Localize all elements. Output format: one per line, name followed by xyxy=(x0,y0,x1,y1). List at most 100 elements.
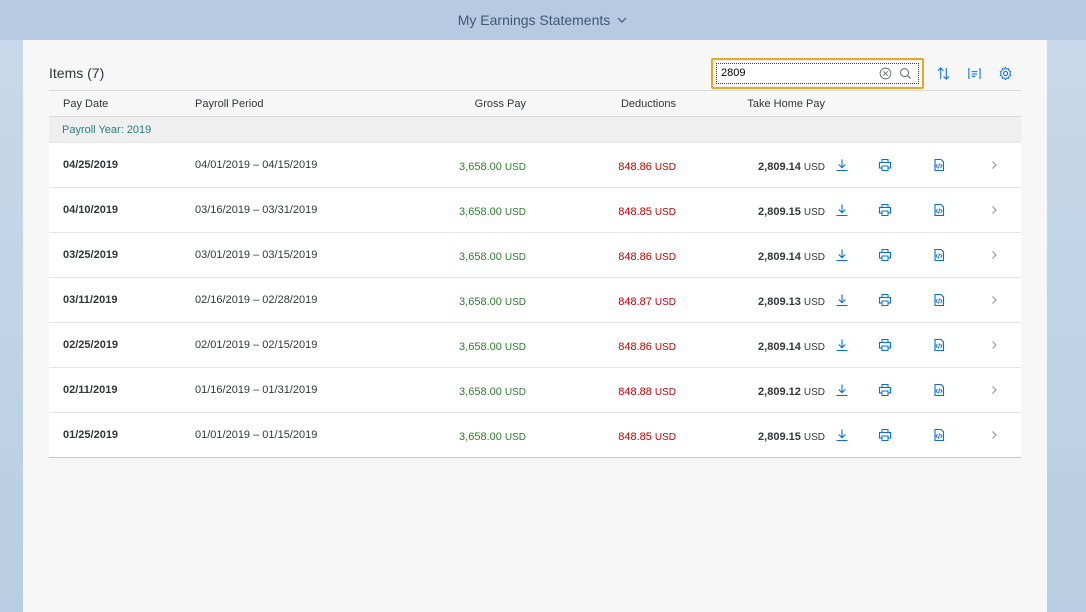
take-home-pay-cell: 2,809.15 USD xyxy=(676,203,825,218)
take-home-pay-value: 2,809.13 xyxy=(758,295,801,308)
chevron-right-icon[interactable] xyxy=(986,157,1002,173)
table-row[interactable]: 04/10/2019 03/16/2019 – 03/31/2019 3,658… xyxy=(49,188,1021,233)
payroll-period-cell: 01/16/2019 – 01/31/2019 xyxy=(195,384,318,396)
sort-button[interactable] xyxy=(928,58,959,89)
table-row[interactable]: 04/25/2019 04/01/2019 – 04/15/2019 3,658… xyxy=(49,143,1021,188)
deductions-currency: USD xyxy=(654,431,676,443)
col-take-home-pay[interactable]: Take Home Pay xyxy=(676,98,825,110)
download-icon[interactable] xyxy=(834,247,850,263)
download-icon[interactable] xyxy=(834,157,850,173)
app-title-menu[interactable]: My Earnings Statements xyxy=(458,12,629,28)
col-gross-pay[interactable]: Gross Pay xyxy=(385,98,526,110)
gross-pay-currency: USD xyxy=(504,386,526,398)
download-icon[interactable] xyxy=(834,202,850,218)
take-home-pay-cell: 2,809.14 USD xyxy=(676,158,825,173)
xml-document-icon[interactable] xyxy=(931,202,947,218)
group-button[interactable] xyxy=(959,58,990,89)
gross-pay-cell: 3,658.00 USD xyxy=(385,383,526,398)
download-cell xyxy=(825,427,858,443)
xml-document-icon[interactable] xyxy=(931,337,947,353)
gross-pay-value: 3,658.00 xyxy=(459,340,502,353)
download-icon[interactable] xyxy=(834,382,850,398)
col-payroll-period[interactable]: Payroll Period xyxy=(195,98,385,110)
gross-pay-cell: 3,658.00 USD xyxy=(385,293,526,308)
gross-pay-cell: 3,658.00 USD xyxy=(385,203,526,218)
xml-document-icon[interactable] xyxy=(931,382,947,398)
gross-pay-value: 3,658.00 xyxy=(459,295,502,308)
take-home-pay-value: 2,809.15 xyxy=(758,205,801,218)
print-icon[interactable] xyxy=(877,382,893,398)
take-home-pay-cell: 2,809.14 USD xyxy=(676,248,825,263)
gross-pay-currency: USD xyxy=(504,251,526,263)
col-deductions[interactable]: Deductions xyxy=(526,98,676,110)
table-row[interactable]: 02/25/2019 02/01/2019 – 02/15/2019 3,658… xyxy=(49,323,1021,368)
chevron-right-icon[interactable] xyxy=(986,292,1002,308)
deductions-currency: USD xyxy=(654,251,676,263)
xml-document-icon[interactable] xyxy=(931,427,947,443)
xml-document-icon[interactable] xyxy=(931,292,947,308)
search-input[interactable] xyxy=(721,67,878,79)
chevron-right-icon[interactable] xyxy=(986,337,1002,353)
payroll-period-cell: 01/01/2019 – 01/15/2019 xyxy=(195,429,318,441)
pay-date-cell: 03/11/2019 xyxy=(63,294,118,306)
print-cell xyxy=(858,157,911,173)
gear-icon xyxy=(999,66,1012,80)
xml-cell xyxy=(911,382,967,398)
chevron-right-icon[interactable] xyxy=(986,427,1002,443)
settings-button[interactable] xyxy=(990,58,1021,89)
print-icon[interactable] xyxy=(877,427,893,443)
deductions-currency: USD xyxy=(654,296,676,308)
payroll-period-cell: 02/01/2019 – 02/15/2019 xyxy=(195,339,318,351)
chevron-right-icon[interactable] xyxy=(986,382,1002,398)
table-row[interactable]: 01/25/2019 01/01/2019 – 01/15/2019 3,658… xyxy=(49,413,1021,458)
deductions-value: 848.86 xyxy=(618,250,652,263)
take-home-pay-currency: USD xyxy=(803,386,825,398)
take-home-pay-currency: USD xyxy=(803,296,825,308)
deductions-value: 848.86 xyxy=(618,160,652,173)
take-home-pay-currency: USD xyxy=(803,206,825,218)
take-home-pay-cell: 2,809.14 USD xyxy=(676,338,825,353)
download-cell xyxy=(825,157,858,173)
table-row[interactable]: 02/11/2019 01/16/2019 – 01/31/2019 3,658… xyxy=(49,368,1021,413)
items-title: Items (7) xyxy=(49,65,105,81)
chevron-right-icon[interactable] xyxy=(986,202,1002,218)
xml-document-icon[interactable] xyxy=(931,247,947,263)
download-cell xyxy=(825,382,858,398)
download-cell xyxy=(825,337,858,353)
earnings-table: Pay Date Payroll Period Gross Pay Deduct… xyxy=(49,90,1021,458)
print-icon[interactable] xyxy=(877,202,893,218)
table-row[interactable]: 03/25/2019 03/01/2019 – 03/15/2019 3,658… xyxy=(49,233,1021,278)
chevron-right-icon[interactable] xyxy=(986,247,1002,263)
download-icon[interactable] xyxy=(834,427,850,443)
deductions-currency: USD xyxy=(654,386,676,398)
deductions-currency: USD xyxy=(654,161,676,173)
xml-cell xyxy=(911,247,967,263)
print-cell xyxy=(858,202,911,218)
gross-pay-cell: 3,658.00 USD xyxy=(385,248,526,263)
table-row[interactable]: 03/11/2019 02/16/2019 – 02/28/2019 3,658… xyxy=(49,278,1021,323)
print-icon[interactable] xyxy=(877,157,893,173)
clear-circle-icon[interactable] xyxy=(878,66,892,80)
xml-document-icon[interactable] xyxy=(931,157,947,173)
gross-pay-currency: USD xyxy=(504,206,526,218)
print-icon[interactable] xyxy=(877,247,893,263)
app-title: My Earnings Statements xyxy=(457,12,611,28)
print-cell xyxy=(858,337,911,353)
download-icon[interactable] xyxy=(834,292,850,308)
print-icon[interactable] xyxy=(877,292,893,308)
search-field xyxy=(711,57,924,89)
search-icon[interactable] xyxy=(898,66,912,80)
take-home-pay-cell: 2,809.13 USD xyxy=(676,293,825,308)
table-header: Pay Date Payroll Period Gross Pay Deduct… xyxy=(49,90,1021,117)
print-icon[interactable] xyxy=(877,337,893,353)
gross-pay-value: 3,658.00 xyxy=(459,385,502,398)
col-pay-date[interactable]: Pay Date xyxy=(49,98,195,110)
gross-pay-value: 3,658.00 xyxy=(459,250,502,263)
download-icon[interactable] xyxy=(834,337,850,353)
xml-cell xyxy=(911,292,967,308)
deductions-currency: USD xyxy=(654,206,676,218)
payroll-period-cell: 03/01/2019 – 03/15/2019 xyxy=(195,249,318,261)
print-cell xyxy=(858,247,911,263)
navigation-cell xyxy=(967,382,1021,398)
print-cell xyxy=(858,382,911,398)
